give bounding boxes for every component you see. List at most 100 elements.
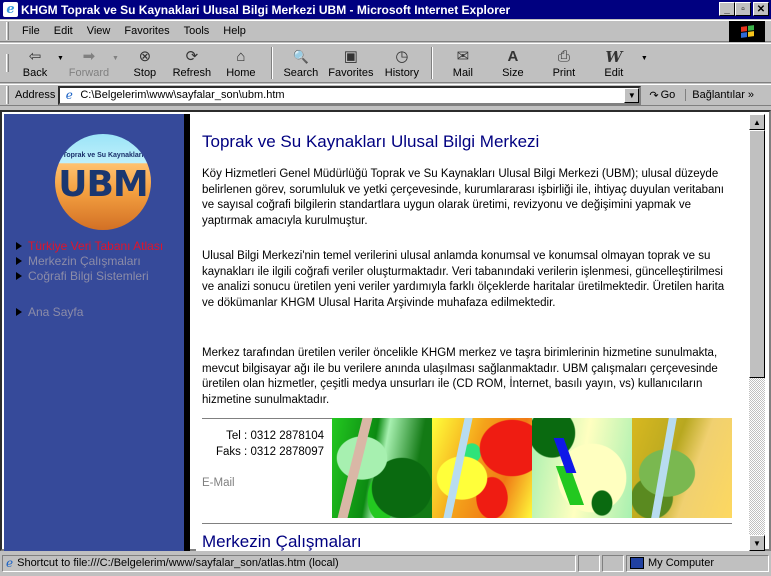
edit-label: Edit — [604, 67, 624, 79]
address-bar: Address e C:\Belgelerim\www\sayfalar_son… — [0, 84, 771, 106]
print-button[interactable]: ⎙ Print — [539, 44, 589, 82]
search-icon: 🔍 — [292, 49, 309, 64]
data-paragraph: Ulusal Bilgi Merkezi'nin temel verilerin… — [202, 250, 725, 309]
maximize-button[interactable]: ▫ — [735, 2, 751, 16]
page-title: Toprak ve Su Kaynakları Ulusal Bilgi Mer… — [202, 132, 540, 151]
back-button[interactable]: ⇦ Back — [15, 44, 55, 82]
forward-dropdown-button[interactable]: ▼ — [112, 55, 119, 62]
triangle-bullet-icon — [16, 307, 22, 316]
menu-bar: File Edit View Favorites Tools Help — [0, 20, 771, 42]
mail-icon: ✉ — [456, 48, 470, 65]
favorites-icon: ▣ — [343, 48, 358, 65]
go-button[interactable]: ↷ Go — [649, 89, 675, 102]
email-link[interactable]: E-Mail — [202, 477, 332, 489]
printer-icon: ⎙ — [557, 48, 570, 65]
toolbar-separator — [430, 47, 433, 79]
address-value[interactable]: C:\Belgelerim\www\sayfalar_son\ubm.htm — [80, 89, 284, 101]
size-button[interactable]: A Size — [487, 44, 539, 82]
menu-favorites[interactable]: Favorites — [117, 25, 176, 37]
forward-arrow-icon: ➡ — [82, 48, 96, 65]
menu-view[interactable]: View — [80, 25, 118, 37]
status-bar: e Shortcut to file:///C:/Belgelerim/www/… — [0, 553, 771, 573]
go-label: Go — [660, 89, 676, 101]
sidebar-item-gis[interactable]: Coğrafi Bilgi Sistemleri — [16, 268, 163, 283]
section-heading: Merkezin Çalışmaları — [202, 532, 362, 551]
favorites-button[interactable]: ▣ Favorites — [323, 44, 379, 82]
sidebar-item-atlas[interactable]: Türkiye Veri Tabanı Atlası — [16, 238, 163, 253]
fax-number: Faks : 0312 2878097 — [215, 446, 324, 458]
intro-paragraph: Köy Hizmetleri Genel Müdürlüğü Toprak ve… — [202, 168, 724, 227]
search-button[interactable]: 🔍 Search — [279, 44, 323, 82]
favorites-label: Favorites — [328, 67, 374, 79]
divider — [202, 523, 732, 524]
sidebar-nav: Türkiye Veri Tabanı Atlası Merkezin Çalı… — [16, 238, 163, 319]
sidebar-item-label: Coğrafi Bilgi Sistemleri — [28, 268, 149, 283]
toolbar-grip[interactable] — [6, 22, 9, 40]
history-label: History — [384, 67, 419, 79]
home-icon: ⌂ — [236, 48, 246, 65]
close-button[interactable]: ✕ — [753, 2, 769, 16]
triangle-bullet-icon — [16, 271, 22, 280]
logo-subtitle: Toprak ve Su Kaynakları — [62, 152, 144, 159]
forward-button[interactable]: ➡ Forward — [68, 44, 110, 82]
home-button[interactable]: ⌂ Home — [217, 44, 265, 82]
logo-title: UBM — [58, 164, 149, 205]
menu-edit[interactable]: Edit — [47, 25, 80, 37]
title-bar: e KHGM Toprak ve Su Kaynaklari Ulusal Bi… — [0, 0, 771, 19]
status-panel — [578, 554, 600, 572]
address-label: Address — [15, 89, 56, 101]
sidebar-item-label: Merkezin Çalışmaları — [28, 253, 141, 268]
address-input[interactable]: e C:\Belgelerim\www\sayfalar_son\ubm.htm… — [58, 85, 642, 105]
menu-help[interactable]: Help — [216, 25, 253, 37]
toolbar-grip[interactable] — [6, 54, 9, 72]
triangle-bullet-icon — [16, 256, 22, 265]
text-size-icon: A — [507, 48, 519, 65]
edit-button[interactable]: W Edit — [589, 44, 639, 82]
window-title: KHGM Toprak ve Su Kaynaklari Ulusal Bilg… — [21, 2, 511, 17]
address-dropdown-button[interactable]: ▼ — [624, 87, 640, 103]
zone-label: My Computer — [648, 557, 715, 569]
scroll-down-button[interactable]: ▼ — [749, 535, 765, 551]
map-image-soil — [632, 418, 732, 518]
menu-file[interactable]: File — [15, 25, 47, 37]
forward-label: Forward — [68, 67, 110, 79]
edit-dropdown-button[interactable]: ▼ — [641, 55, 648, 62]
minimize-button[interactable]: _ — [719, 2, 735, 16]
main-content: Toprak ve Su Kaynakları Ulusal Bilgi Mer… — [196, 114, 749, 551]
stop-label: Stop — [133, 67, 157, 79]
status-text: Shortcut to file:///C:/Belgelerim/www/sa… — [17, 557, 339, 569]
scroll-thumb[interactable] — [749, 130, 765, 378]
sidebar-item-works[interactable]: Merkezin Çalışmaları — [16, 253, 163, 268]
links-button[interactable]: Bağlantılar » — [685, 89, 754, 101]
refresh-button[interactable]: ⟳ Refresh — [167, 44, 217, 82]
services-paragraph: Merkez tarafından üretilen veriler öncel… — [202, 347, 718, 406]
ubm-logo[interactable]: Toprak ve Su Kaynakları UBM — [55, 134, 151, 230]
standard-toolbar: ⇦ Back ▼ ➡ Forward ▼ ⊗ Stop ⟳ Refresh ⌂ … — [0, 43, 771, 83]
size-label: Size — [502, 67, 524, 79]
history-icon: ◷ — [395, 48, 409, 65]
home-label: Home — [226, 67, 256, 79]
status-text-panel: e Shortcut to file:///C:/Belgelerim/www/… — [2, 554, 576, 572]
ie-logo-icon: e — [3, 2, 18, 17]
history-button[interactable]: ◷ History — [379, 44, 425, 82]
stop-button[interactable]: ⊗ Stop — [123, 44, 167, 82]
mail-button[interactable]: ✉ Mail — [439, 44, 487, 82]
print-label: Print — [552, 67, 576, 79]
browser-viewport: Toprak ve Su Kaynakları UBM Türkiye Veri… — [0, 110, 771, 551]
status-panel — [602, 554, 624, 572]
menu-tools[interactable]: Tools — [177, 25, 217, 37]
toolbar-grip[interactable] — [6, 86, 9, 104]
page-icon: e — [6, 556, 14, 570]
sidebar: Toprak ve Su Kaynakları UBM Türkiye Veri… — [4, 114, 190, 551]
back-dropdown-button[interactable]: ▼ — [57, 55, 64, 62]
map-image-erosion — [432, 418, 532, 518]
my-computer-icon — [630, 557, 644, 569]
scroll-up-button[interactable]: ▲ — [749, 114, 765, 130]
back-label: Back — [22, 67, 48, 79]
contact-block: Tel : 0312 2878104 Faks : 0312 2878097 E… — [202, 418, 332, 489]
security-zone-panel: My Computer — [626, 554, 769, 572]
map-image-landuse — [532, 418, 632, 518]
vertical-scrollbar[interactable]: ▲ ▼ — [749, 114, 765, 551]
refresh-icon: ⟳ — [185, 48, 199, 65]
sidebar-item-home[interactable]: Ana Sayfa — [16, 304, 163, 319]
